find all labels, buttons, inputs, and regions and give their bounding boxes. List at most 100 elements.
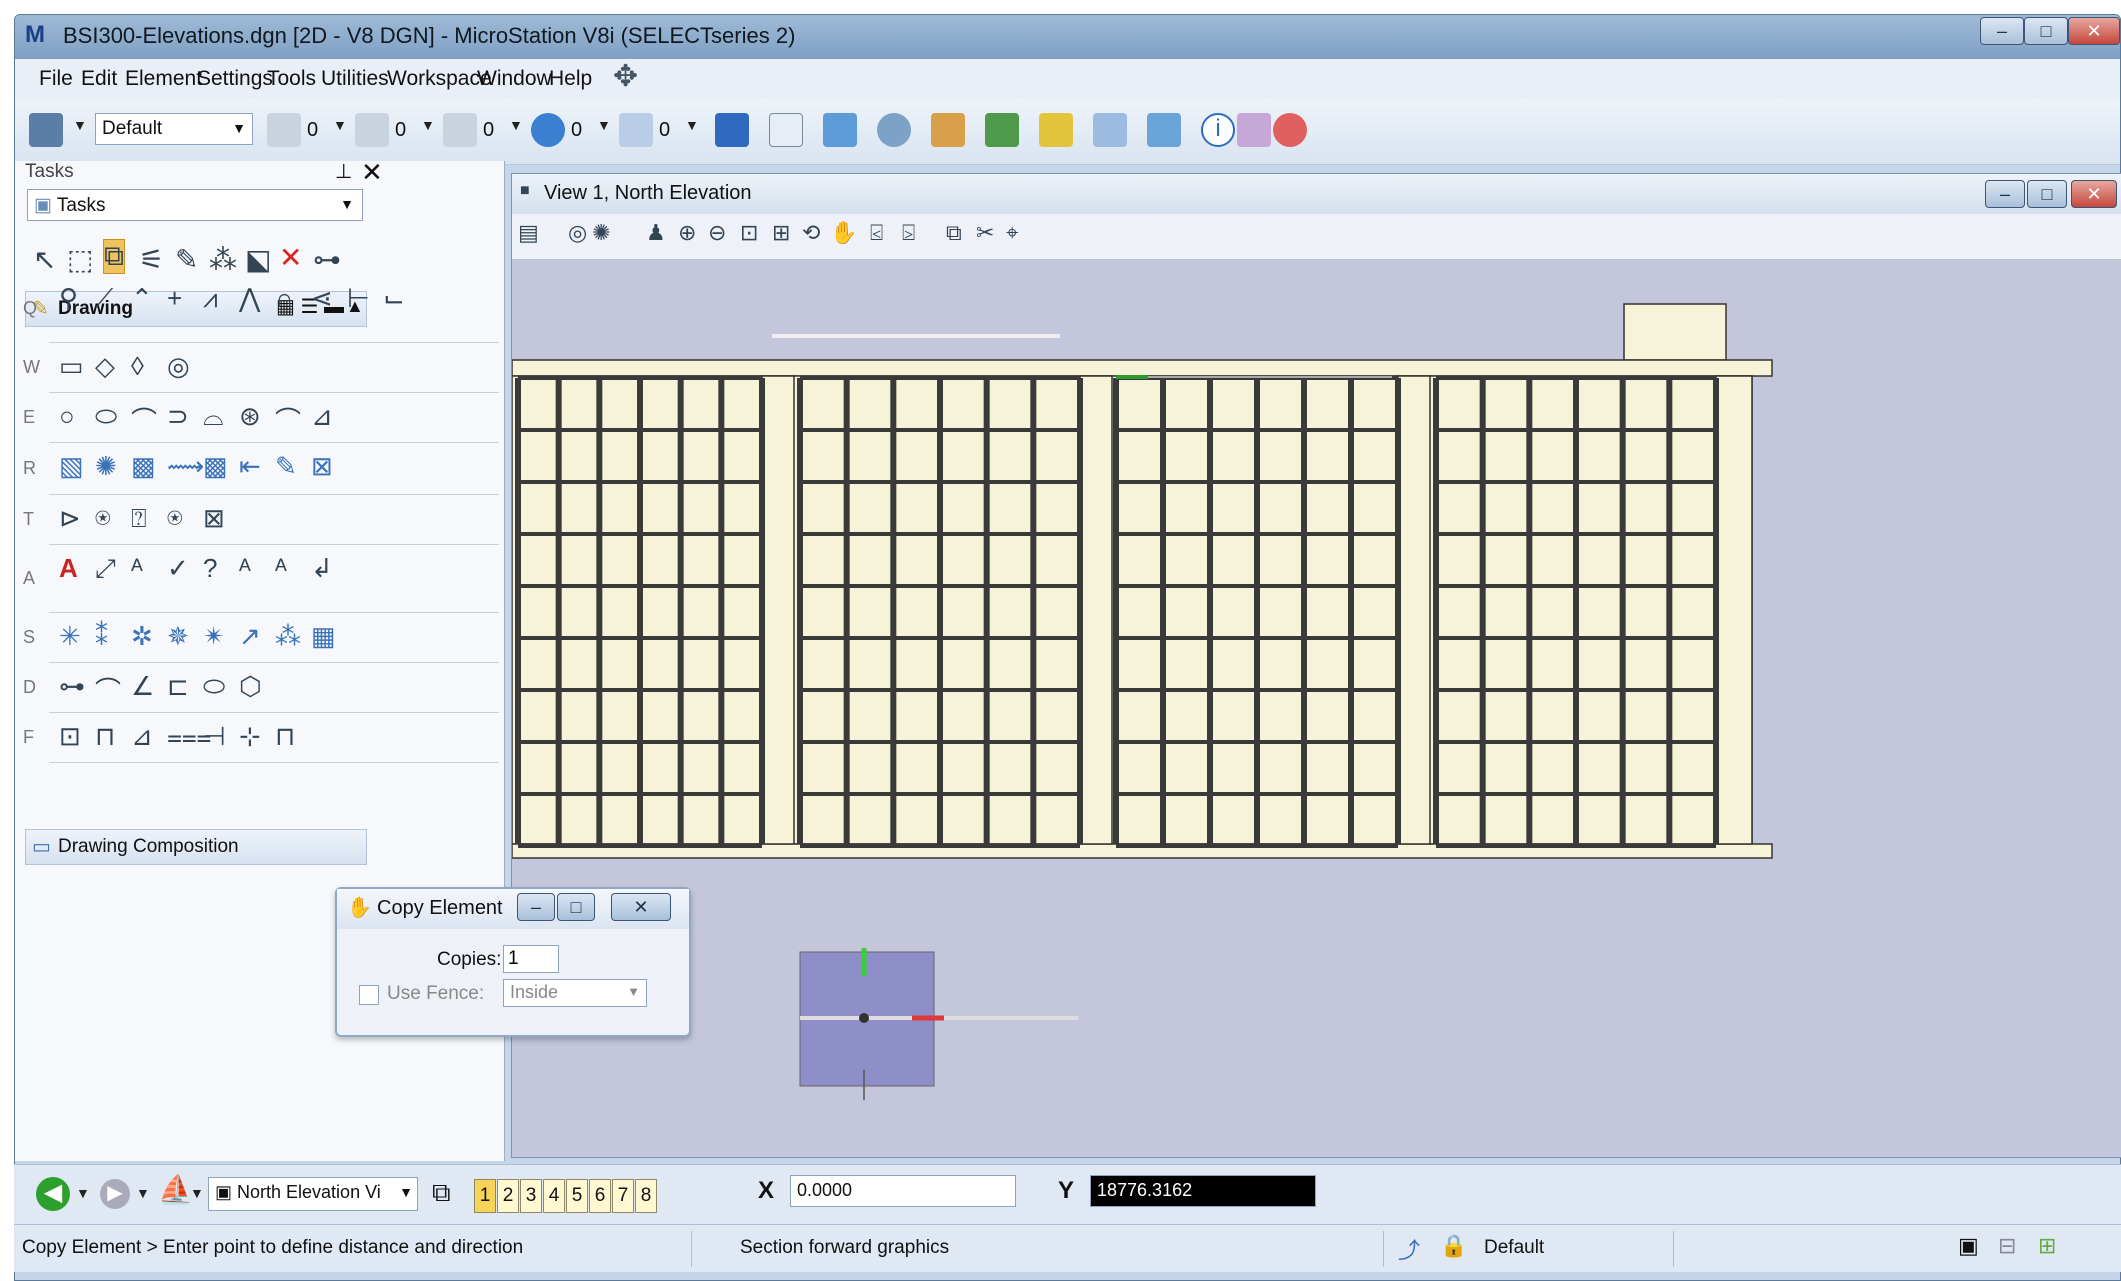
text-tool-icon[interactable]: ᴬ [275, 553, 287, 584]
place-shape-tool-icon[interactable]: ▭ [59, 351, 84, 382]
group-icon[interactable]: ⁂ [209, 243, 237, 276]
view-next-icon[interactable]: ⍄ [902, 220, 915, 246]
tasks-toggle-icon[interactable] [1237, 113, 1271, 147]
menu-utilities[interactable]: Utilities [321, 67, 389, 91]
place-smartline-tool-icon[interactable]: ∩ [275, 283, 294, 314]
measure-icon[interactable]: ⊶ [313, 243, 341, 276]
maximize-button[interactable]: □ [2024, 17, 2068, 45]
menu-edit[interactable]: Edit [81, 67, 117, 91]
x-coordinate-field[interactable]: 0.0000 [790, 1175, 1016, 1207]
chevron-down-icon[interactable]: ▼ [421, 117, 435, 133]
detailing-tool-icon[interactable]: ⊿ [131, 721, 153, 752]
lock-icon[interactable]: 🔒 [1440, 1233, 1467, 1259]
copy-view-icon[interactable]: ⧉ [946, 220, 962, 246]
detailing-tool-icon[interactable]: ⊹ [239, 721, 261, 752]
dialog-minimize-button[interactable]: – [517, 893, 555, 921]
hatch-pattern-tool-icon[interactable]: ⟿ [167, 451, 204, 482]
chevron-down-icon[interactable]: ▼ [136, 1185, 150, 1201]
close-icon[interactable]: ✕ [361, 157, 383, 188]
view-attributes-icon[interactable]: ▤ [518, 220, 539, 246]
change-attributes-icon[interactable]: ✎ [175, 243, 198, 276]
menu-tools[interactable]: Tools [267, 67, 316, 91]
text-tool-icon[interactable]: ⤢ [95, 553, 116, 585]
text-tool-icon[interactable]: ↲ [311, 553, 333, 584]
hatch-pattern-tool-icon[interactable]: ⊠ [311, 451, 333, 482]
active-level-field[interactable]: Default [1474, 1231, 1674, 1267]
chevron-down-icon[interactable]: ▼ [190, 1185, 204, 1201]
cell-tool-icon[interactable]: ⊠ [203, 503, 225, 534]
view-minimize-button[interactable]: – [1985, 180, 2025, 208]
chevron-down-icon[interactable]: ▼ [76, 1185, 90, 1201]
fence-mode-select[interactable]: Inside ▼ [503, 979, 647, 1007]
key-in-icon[interactable] [1147, 113, 1181, 147]
pan-view-icon[interactable]: ✋ [830, 220, 857, 246]
active-level-icon[interactable] [29, 113, 63, 147]
place-smartline-tool-icon[interactable]: ⚲ [59, 283, 78, 314]
place-circle-tool-icon[interactable]: ⌒ [275, 401, 301, 438]
place-smartline-tool-icon[interactable]: ⌃ [131, 283, 153, 314]
place-circle-tool-icon[interactable]: ⊿ [311, 401, 333, 432]
view-restore-button[interactable]: □ [2027, 180, 2067, 208]
place-shape-tool-icon[interactable]: ◎ [167, 351, 190, 382]
text-tool-icon[interactable]: A [59, 553, 78, 584]
back-icon[interactable]: ◀ [36, 1177, 70, 1211]
view-5-button[interactable]: 5 [566, 1179, 588, 1213]
zoom-in-icon[interactable]: ⊕ [678, 220, 696, 246]
view-3-button[interactable]: 3 [520, 1179, 542, 1213]
save-icon[interactable]: ▣ [1958, 1233, 1979, 1259]
chevron-down-icon[interactable]: ▼ [597, 117, 611, 133]
move-toolbar-icon[interactable]: ✥ [613, 59, 638, 94]
render-icon[interactable] [877, 113, 911, 147]
models-icon[interactable] [823, 113, 857, 147]
menu-settings[interactable]: Settings [197, 67, 273, 91]
chevron-down-icon[interactable]: ▼ [73, 117, 87, 133]
place-circle-tool-icon[interactable]: ○ [59, 401, 75, 432]
references-icon[interactable] [985, 113, 1019, 147]
transparency-icon[interactable] [531, 113, 565, 147]
view-2-button[interactable]: 2 [497, 1179, 519, 1213]
info-icon[interactable]: i [1201, 113, 1235, 147]
place-circle-tool-icon[interactable]: ⊛ [239, 401, 261, 432]
level-combo[interactable]: Default ▼ [95, 113, 253, 145]
place-shape-tool-icon[interactable]: ◊ [131, 351, 144, 382]
view-groups-icon[interactable]: ⧉ [432, 1177, 451, 1209]
drawing-composition-header[interactable]: ▭ Drawing Composition [25, 829, 367, 865]
dimension-tool-icon[interactable]: ⊏ [167, 671, 189, 702]
cell-tool-icon[interactable]: ⊳ [59, 503, 81, 534]
display-style-icon[interactable]: ◎ [568, 220, 587, 246]
dialog-title-bar[interactable]: ✋ Copy Element – □ ✕ [337, 889, 689, 929]
place-fence-tool-icon[interactable]: ✵ [167, 621, 189, 652]
place-smartline-tool-icon[interactable]: ⩘ [203, 283, 218, 315]
view-8-button[interactable]: 8 [635, 1179, 657, 1213]
view-previous-icon[interactable]: ⍃ [870, 220, 883, 246]
new-file-icon[interactable] [769, 113, 803, 147]
dimension-tool-icon[interactable]: ∠ [131, 671, 154, 702]
update-view-icon[interactable]: ♟ [646, 220, 666, 246]
rotate-view-icon[interactable]: ⟲ [802, 220, 820, 246]
hatch-pattern-tool-icon[interactable]: ⇤ [239, 451, 261, 482]
place-shape-tool-icon[interactable]: ◇ [95, 351, 115, 382]
text-tool-icon[interactable]: ᴬ [131, 553, 143, 584]
detailing-tool-icon[interactable]: ⊣ [203, 721, 226, 752]
dimension-tool-icon[interactable]: ⬡ [239, 671, 262, 702]
view-7-button[interactable]: 7 [612, 1179, 634, 1213]
saved-view-combo[interactable]: ▣ North Elevation Vi ▼ [208, 1177, 418, 1211]
detailing-tool-icon[interactable]: ⊓ [275, 721, 295, 752]
accusnap-icon[interactable] [1093, 113, 1127, 147]
select-element-icon[interactable]: ↖ [33, 243, 56, 276]
task-selector[interactable]: ▣ Tasks ▼ [27, 189, 363, 221]
copies-input[interactable] [503, 945, 559, 973]
view-4-button[interactable]: 4 [543, 1179, 565, 1213]
forward-icon[interactable]: ▶ [100, 1179, 130, 1209]
text-tool-icon[interactable]: ✓ [167, 553, 189, 584]
text-tool-icon[interactable]: ᴬ [239, 553, 251, 584]
levels-icon[interactable] [1039, 113, 1073, 147]
y-coordinate-field[interactable]: 18776.3162 [1090, 1175, 1316, 1207]
place-smartline-tool-icon[interactable]: ⟋ [95, 283, 113, 315]
cell-tool-icon[interactable]: ⍰ [131, 503, 147, 535]
place-smartline-tool-icon[interactable]: ⋖ [311, 283, 333, 314]
place-circle-tool-icon[interactable]: ⊃ [167, 401, 189, 432]
pin-icon[interactable]: ⊥ [335, 159, 352, 184]
place-smartline-tool-icon[interactable]: ⊢ [347, 283, 370, 314]
place-fence-tool-icon[interactable]: ✴ [203, 621, 225, 652]
